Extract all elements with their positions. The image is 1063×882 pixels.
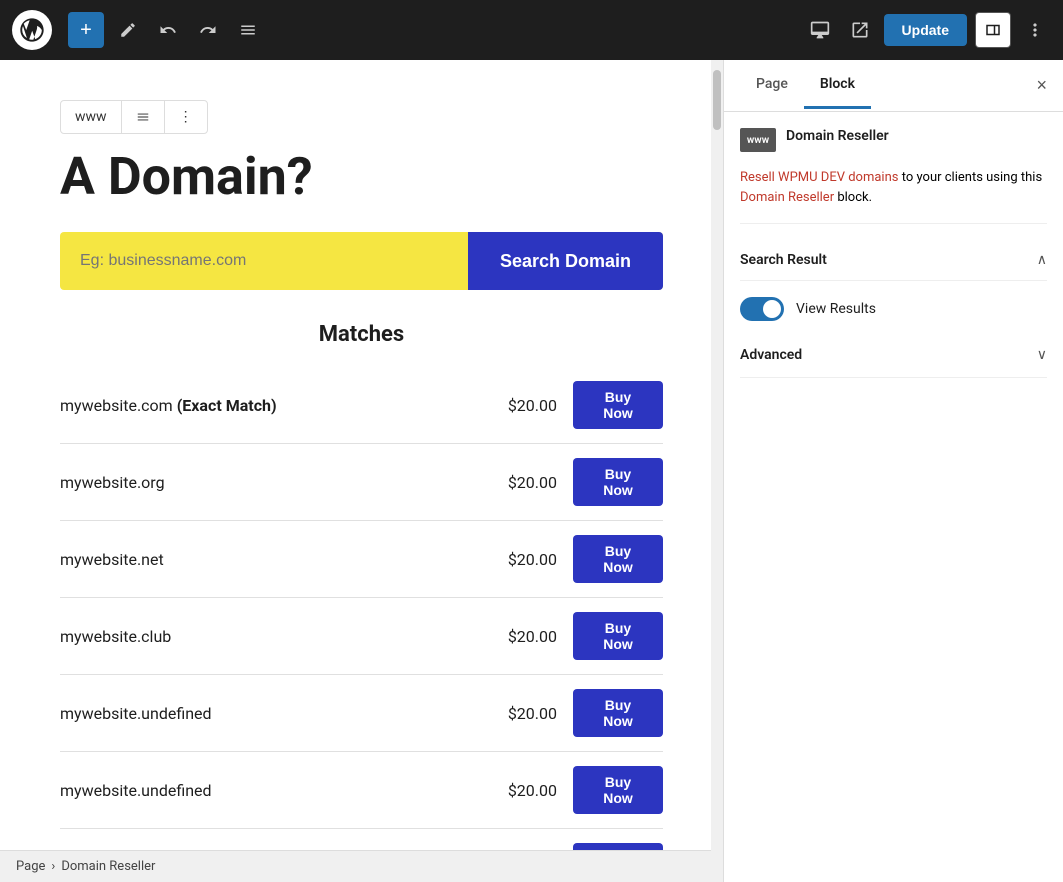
matches-title: Matches — [60, 322, 663, 347]
domain-name: mywebsite.org — [60, 473, 477, 492]
domain-price: $20.00 — [477, 704, 557, 723]
domain-name: mywebsite.undefined — [60, 704, 477, 723]
sidebar-close-button[interactable]: × — [1036, 75, 1047, 96]
plugin-icon: www — [740, 128, 776, 152]
domain-price: $20.00 — [477, 550, 557, 569]
toggle-knob — [763, 300, 781, 318]
wp-logo[interactable] — [12, 10, 52, 50]
search-result-title: Search Result — [740, 252, 827, 268]
tab-block[interactable]: Block — [804, 62, 871, 109]
block-widget-settings[interactable] — [122, 101, 165, 133]
redo-button[interactable] — [192, 14, 224, 46]
buy-now-button[interactable]: Buy Now — [573, 766, 663, 814]
buy-now-button[interactable]: Buy Now — [573, 458, 663, 506]
breadcrumb-page: Page — [16, 859, 45, 874]
domain-price: $20.00 — [477, 473, 557, 492]
domain-row: mywebsite.undefined$20.00 Buy Now — [60, 752, 663, 829]
block-widget: www ⋮ — [60, 100, 208, 134]
advanced-title: Advanced — [740, 347, 802, 363]
domain-list: mywebsite.com (Exact Match)$20.00Buy Now… — [60, 367, 663, 850]
toolbar-right: Update — [804, 12, 1051, 48]
block-widget-www[interactable]: www — [61, 101, 122, 133]
domain-price: $20.00 — [477, 627, 557, 646]
domain-heading: A Domain? — [60, 146, 663, 208]
plugin-description: Resell WPMU DEV domains to your clients … — [740, 168, 1047, 224]
tab-page[interactable]: Page — [740, 62, 804, 109]
sidebar-tabs: Page Block × — [724, 60, 1063, 112]
domain-name: mywebsite.com (Exact Match) — [60, 396, 477, 415]
domain-row: mywebsite.undefined$20.00Buy Now — [60, 829, 663, 850]
domain-row: mywebsite.org$20.00 Buy Now — [60, 444, 663, 521]
main-area: www ⋮ A Domain? Search Domain Matches my… — [0, 60, 1063, 882]
domain-row: mywebsite.club$20.00 Buy Now — [60, 598, 663, 675]
plugin-info: www Domain Reseller — [740, 128, 1047, 152]
scroll-thumb — [713, 70, 721, 130]
domain-name: mywebsite.club — [60, 627, 477, 646]
block-widget-more[interactable]: ⋮ — [165, 101, 207, 133]
search-bar: Search Domain — [60, 232, 663, 290]
view-results-toggle[interactable] — [740, 297, 784, 321]
sidebar-toggle-button[interactable] — [975, 12, 1011, 48]
advanced-chevron: ∨ — [1037, 347, 1047, 363]
update-button[interactable]: Update — [884, 14, 967, 46]
search-result-section-header[interactable]: Search Result ∧ — [740, 240, 1047, 281]
buy-now-button[interactable]: Buy Now — [573, 535, 663, 583]
undo-button[interactable] — [152, 14, 184, 46]
domain-name: mywebsite.undefined — [60, 781, 477, 800]
list-view-button[interactable] — [232, 14, 264, 46]
external-link-button[interactable] — [844, 14, 876, 46]
more-options-button[interactable] — [1019, 14, 1051, 46]
buy-now-button[interactable]: Buy Now — [573, 689, 663, 737]
editor-area: www ⋮ A Domain? Search Domain Matches my… — [0, 60, 723, 882]
toolbar: + Update — [0, 0, 1063, 60]
domain-row: mywebsite.net$20.00 Buy Now — [60, 521, 663, 598]
domain-price: $20.00 — [477, 781, 557, 800]
breadcrumb-item: Domain Reseller — [61, 859, 155, 874]
advanced-section-header[interactable]: Advanced ∨ — [740, 333, 1047, 378]
search-domain-button[interactable]: Search Domain — [468, 232, 663, 290]
desktop-view-button[interactable] — [804, 14, 836, 46]
add-button[interactable]: + — [68, 12, 104, 48]
sidebar-body: www Domain Reseller Resell WPMU DEV doma… — [724, 112, 1063, 882]
domain-row: mywebsite.com (Exact Match)$20.00 Buy Now — [60, 367, 663, 444]
buy-now-button[interactable]: Buy Now — [573, 843, 663, 850]
domain-search-input[interactable] — [60, 232, 468, 290]
domain-name: mywebsite.net — [60, 550, 477, 569]
domain-row: mywebsite.undefined$20.00 Buy Now — [60, 675, 663, 752]
editor-content: www ⋮ A Domain? Search Domain Matches my… — [0, 60, 723, 850]
view-results-row: View Results — [740, 285, 1047, 333]
view-results-label: View Results — [796, 301, 876, 317]
plugin-name: Domain Reseller — [786, 128, 889, 144]
search-result-chevron: ∧ — [1037, 252, 1047, 268]
buy-now-button[interactable]: Buy Now — [573, 381, 663, 429]
buy-now-button[interactable]: Buy Now — [573, 612, 663, 660]
domain-price: $20.00 — [477, 396, 557, 415]
sidebar: Page Block × www Domain Reseller Resell … — [723, 60, 1063, 882]
breadcrumb-separator: › — [51, 859, 55, 874]
edit-icon-button[interactable] — [112, 14, 144, 46]
scroll-track[interactable] — [711, 60, 723, 882]
breadcrumb: Page › Domain Reseller — [0, 850, 723, 882]
